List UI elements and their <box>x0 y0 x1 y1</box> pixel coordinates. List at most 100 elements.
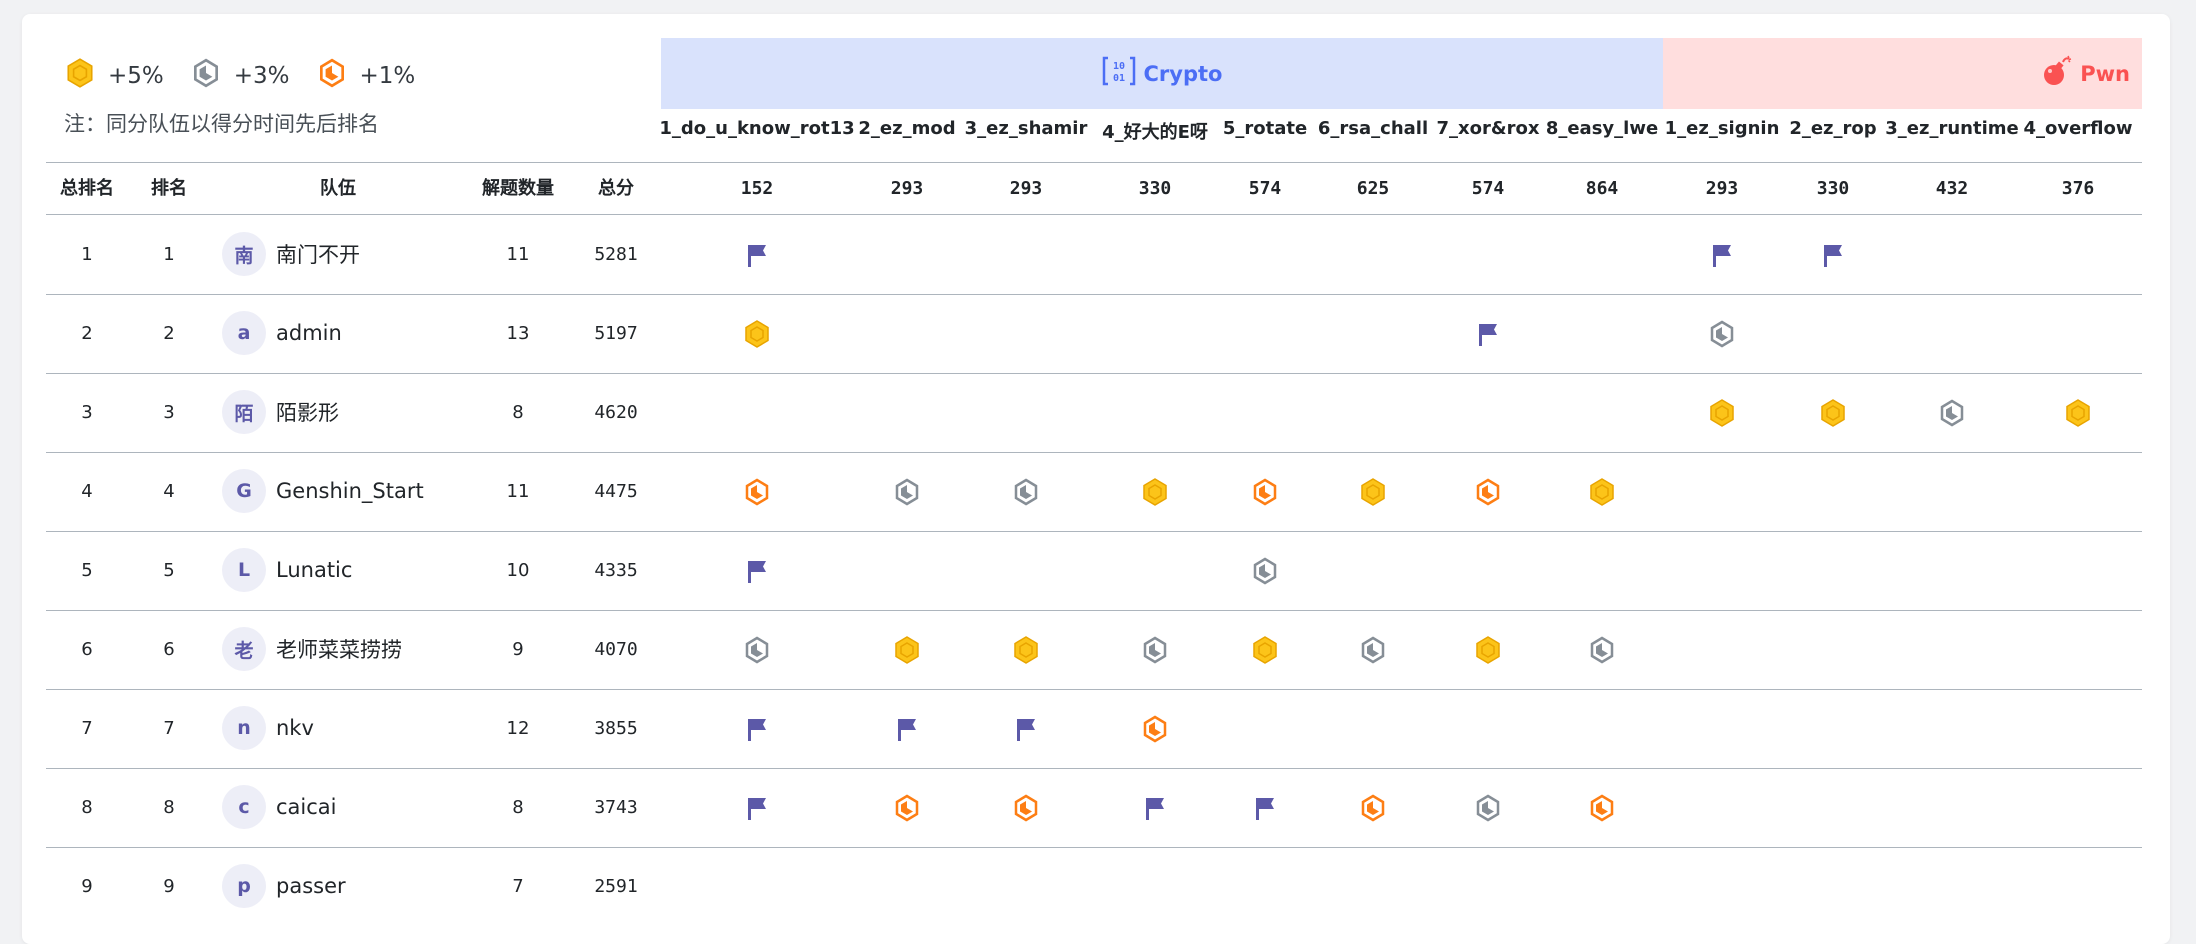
challenge-score: 293 <box>1705 178 1739 199</box>
legend-silver-label: +3% <box>233 63 290 89</box>
team-name[interactable]: Genshin_Start <box>276 479 424 503</box>
avatar: 南 <box>222 232 266 276</box>
solved-flag-icon <box>742 240 772 270</box>
total-score: 4070 <box>594 639 638 660</box>
silver-medal-icon <box>1587 635 1617 665</box>
rank: 3 <box>163 402 175 423</box>
gold-medal-icon <box>1358 477 1388 507</box>
rank: 4 <box>163 481 175 502</box>
legend-bronze-label: +1% <box>359 63 416 89</box>
team-name[interactable]: caicai <box>276 795 337 819</box>
challenge-score: 574 <box>1248 178 1282 199</box>
rank: 8 <box>163 797 175 818</box>
legend-silver: +3% <box>190 57 290 95</box>
solved-count: 7 <box>512 876 524 897</box>
challenge-name[interactable]: 4_overflow <box>2023 118 2132 139</box>
rank: 6 <box>163 639 175 660</box>
challenge-name[interactable]: 8_easy_lwe <box>1546 118 1658 139</box>
overall-rank: 9 <box>81 876 93 897</box>
team-name[interactable]: 老师菜菜捞捞 <box>276 634 402 664</box>
svg-text:01: 01 <box>1112 73 1124 84</box>
challenge-name[interactable]: 3_ez_runtime <box>1885 118 2018 139</box>
challenge-name[interactable]: 4_好大的E呀 <box>1102 118 1208 144</box>
team-link[interactable]: 老老师菜菜捞捞 <box>222 627 402 671</box>
solved-count: 12 <box>506 718 530 739</box>
col-overall-rank[interactable]: 总排名 <box>60 163 114 215</box>
silver-medal-icon <box>190 57 222 95</box>
total-score: 4475 <box>594 481 638 502</box>
avatar: a <box>222 311 266 355</box>
challenge-name[interactable]: 1_ez_signin <box>1665 118 1780 139</box>
team-link[interactable]: 南南门不开 <box>222 232 360 276</box>
bronze-medal-icon <box>1011 793 1041 823</box>
table-row: 9 9 7 2591 p passer <box>0 847 2196 926</box>
challenge-name[interactable]: 3_ez_shamir <box>965 118 1088 139</box>
team-name[interactable]: Lunatic <box>276 558 352 582</box>
challenge-score: 330 <box>1816 178 1850 199</box>
gold-medal-icon <box>892 635 922 665</box>
challenge-name[interactable]: 2_ez_rop <box>1789 118 1876 139</box>
solved-flag-icon <box>742 793 772 823</box>
team-link[interactable]: c caicai <box>222 785 337 829</box>
team-name[interactable]: 南门不开 <box>276 239 360 269</box>
team-name[interactable]: 陌影形 <box>276 397 339 427</box>
challenge-name[interactable]: 5_rotate <box>1223 118 1307 139</box>
bronze-medal-icon <box>1587 793 1617 823</box>
team-name[interactable]: passer <box>276 874 346 898</box>
team-link[interactable]: n nkv <box>222 706 314 750</box>
solved-count: 10 <box>506 560 530 581</box>
bronze-medal-icon <box>1250 477 1280 507</box>
category-pwn[interactable]: Pwn <box>1663 38 2142 109</box>
silver-medal-icon <box>742 635 772 665</box>
challenge-name[interactable]: 7_xor&rox <box>1437 118 1540 139</box>
challenge-score: 293 <box>890 178 924 199</box>
rank: 9 <box>163 876 175 897</box>
table-row: 8 8 8 3743 c caicai <box>0 768 2196 847</box>
solved-count: 13 <box>506 323 530 344</box>
team-link[interactable]: L Lunatic <box>222 548 352 592</box>
legend-gold-label: +5% <box>108 63 164 89</box>
solved-flag-icon <box>1473 319 1503 349</box>
overall-rank: 3 <box>81 402 93 423</box>
team-link[interactable]: a admin <box>222 311 342 355</box>
silver-medal-icon <box>892 477 922 507</box>
silver-medal-icon <box>1473 793 1503 823</box>
team-link[interactable]: G Genshin_Start <box>222 469 424 513</box>
col-team[interactable]: 队伍 <box>320 163 356 215</box>
team-name[interactable]: admin <box>276 321 342 345</box>
overall-rank: 7 <box>81 718 93 739</box>
solved-flag-icon <box>1818 240 1848 270</box>
gold-medal-icon <box>1140 477 1170 507</box>
col-rank[interactable]: 排名 <box>151 163 187 215</box>
svg-text:10: 10 <box>1112 61 1124 72</box>
avatar: n <box>222 706 266 750</box>
gold-medal-icon <box>1587 477 1617 507</box>
team-link[interactable]: p passer <box>222 864 346 908</box>
challenge-name[interactable]: 6_rsa_chall <box>1318 118 1428 139</box>
solved-flag-icon <box>1707 240 1737 270</box>
solved-flag-icon <box>1140 793 1170 823</box>
challenge-name[interactable]: 2_ez_mod <box>858 118 955 139</box>
col-solved[interactable]: 解题数量 <box>482 163 554 215</box>
table-row: 6 6 9 4070 老老师菜菜捞捞 <box>0 610 2196 689</box>
silver-medal-icon <box>1358 635 1388 665</box>
table-header: 总排名 排名 队伍 解题数量 总分 152 293 293 330 574 625 574 8… <box>0 163 2196 215</box>
challenge-name[interactable]: 1_do_u_know_rot13 <box>659 118 854 139</box>
gold-medal-icon <box>64 57 96 95</box>
solved-flag-icon <box>742 556 772 586</box>
col-score[interactable]: 总分 <box>598 163 634 215</box>
solved-count: 11 <box>506 244 530 265</box>
category-crypto[interactable]: 10 01 Crypto <box>661 38 1663 109</box>
challenge-score: 293 <box>1009 178 1043 199</box>
category-crypto-label: Crypto <box>1143 61 1223 86</box>
table-row: 7 7 12 3855 n nkv <box>0 689 2196 768</box>
team-name[interactable]: nkv <box>276 716 314 740</box>
gold-medal-icon <box>1250 635 1280 665</box>
table-row: 1 1 11 5281 南南门不开 <box>0 215 2196 294</box>
total-score: 5197 <box>594 323 638 344</box>
gold-medal-icon <box>742 319 772 349</box>
medal-legend: +5% +3% +1% <box>64 58 415 94</box>
challenge-score: 432 <box>1935 178 1969 199</box>
team-link[interactable]: 陌陌影形 <box>222 390 339 434</box>
solved-flag-icon <box>742 714 772 744</box>
